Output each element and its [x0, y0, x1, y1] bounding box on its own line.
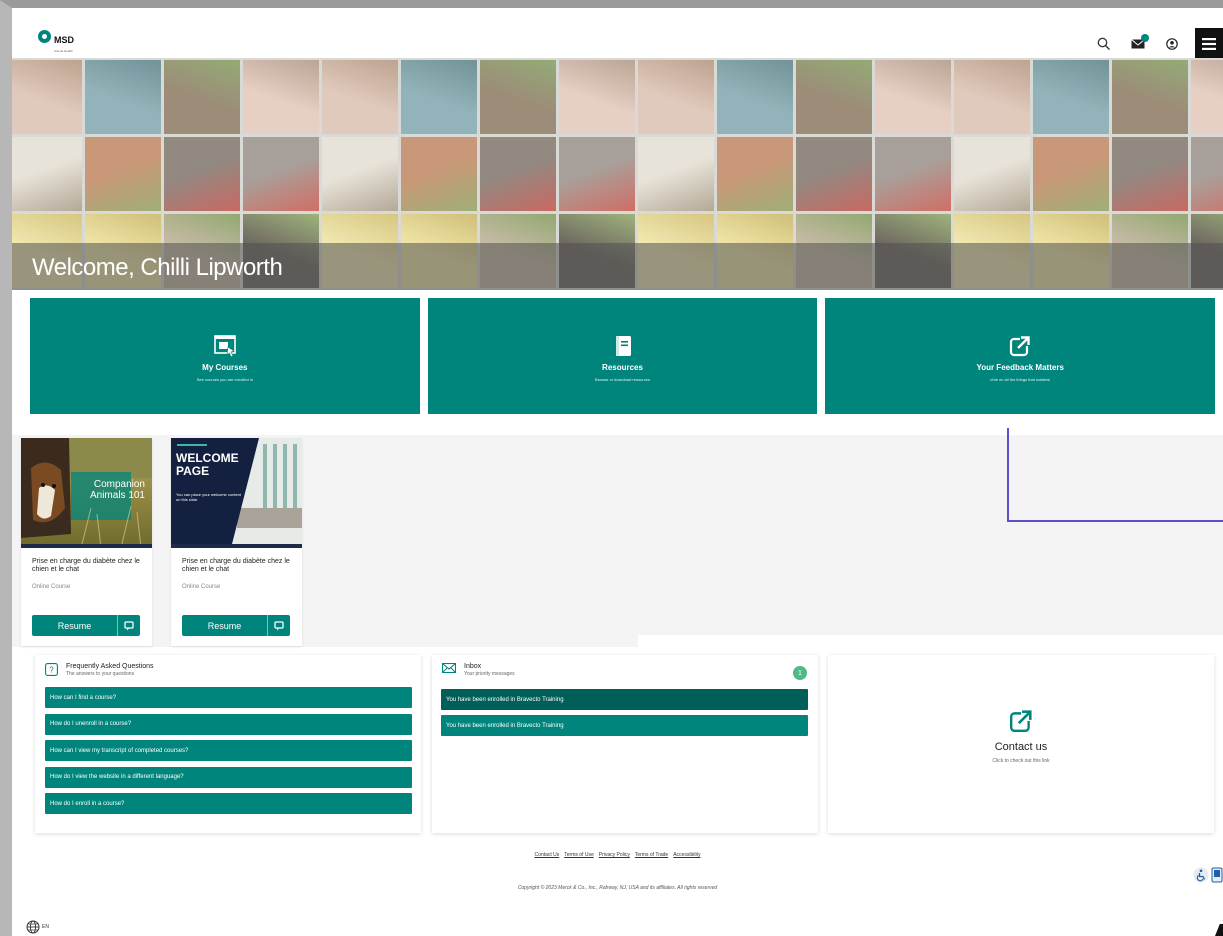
svg-text:?: ? [49, 666, 54, 675]
footer-link-privacy[interactable]: Privacy Policy [599, 852, 630, 858]
inbox-title: Inbox [464, 663, 482, 670]
corner-mark [1215, 924, 1223, 936]
external-link-icon [1010, 335, 1031, 356]
faq-subtitle: The answers to your questions [66, 671, 135, 677]
question-icon: ? [45, 663, 58, 676]
faq-item[interactable]: How can I view my transcript of complete… [45, 740, 412, 761]
contact-content: Contact us Click to check out this link [828, 709, 1214, 764]
tile-title: Your Feedback Matters [976, 362, 1064, 372]
faq-panel: ? Frequently Asked Questions The answers… [35, 655, 421, 833]
course-card[interactable]: Companion Animals 101 Prise en charge du… [21, 438, 152, 646]
tile-subtitle: Browse or download resources [595, 376, 650, 382]
welcome-heading: Welcome, Chilli Lipworth [32, 254, 283, 281]
hero-banner: Welcome, Chilli Lipworth [12, 58, 1223, 290]
tile-feedback[interactable]: Your Feedback Matters Vote on all the th… [825, 298, 1216, 414]
footer-link-terms-of-use[interactable]: Terms of Use [564, 852, 593, 858]
inbox-count-badge: 1 [793, 666, 807, 680]
course-title: Prise en charge du diabète chez le chien… [32, 558, 140, 573]
mail-icon[interactable] [1127, 33, 1149, 55]
tile-title: My Courses [202, 362, 248, 372]
comment-icon[interactable] [118, 615, 140, 636]
accessibility-icon[interactable] [1193, 867, 1209, 883]
language-code: EN [42, 924, 49, 930]
search-icon[interactable] [1093, 33, 1115, 55]
tile-title: Resources [602, 362, 643, 372]
user-icon[interactable] [1161, 33, 1183, 55]
external-link-icon [1009, 710, 1032, 733]
footer-link-terms-of-trade[interactable]: Terms of Trade [635, 852, 668, 858]
tile-resources[interactable]: Resources Browse or download resources [427, 298, 818, 414]
logo-text: MSD [54, 35, 74, 45]
resume-button[interactable]: Resume [182, 615, 290, 636]
nav-tiles: My Courses See courses you are enrolled … [30, 298, 1216, 414]
resume-button[interactable]: Resume [32, 615, 140, 636]
tile-subtitle: Vote on all the things that matters! [989, 376, 1051, 382]
menu-icon[interactable] [1195, 28, 1223, 60]
welcome-bar: Welcome, Chilli Lipworth [12, 243, 1223, 290]
footer-links: Contact Us Terms of Use Privacy Policy T… [12, 852, 1223, 858]
book-icon [615, 335, 631, 356]
inbox-panel: Inbox Your priority messages 1 You have … [432, 655, 818, 833]
comment-icon[interactable] [268, 615, 290, 636]
language-selector[interactable]: EN [26, 920, 49, 934]
courses-icon [214, 334, 236, 357]
faq-item[interactable]: How do I view the website in a different… [45, 766, 412, 788]
msd-logo-icon [38, 30, 51, 43]
faq-title: Frequently Asked Questions [66, 663, 154, 670]
course-image-title: Companion Animals 101 [89, 479, 145, 501]
accessibility-widget[interactable] [1193, 867, 1223, 883]
faq-item[interactable]: How do I enroll in a course? [45, 793, 412, 814]
course-type: Online Course [32, 584, 71, 590]
faq-item[interactable]: How do I unenroll in a course? [45, 713, 412, 735]
tile-subtitle: See courses you are enrolled in [196, 376, 253, 382]
faq-header: ? Frequently Asked Questions The answers… [45, 663, 154, 677]
copyright: Copyright © 2023 Merck & Co., Inc., Rahw… [517, 885, 718, 891]
annotation-line [1007, 428, 1223, 522]
top-header: MSD Animal Health [12, 8, 1223, 60]
header-actions [1093, 28, 1223, 60]
message-item[interactable]: You have been enrolled in Bravecto Train… [441, 689, 808, 710]
message-list: You have been enrolled in Bravecto Train… [441, 689, 808, 741]
course-thumbnail-bar [171, 544, 302, 548]
mail-badge [1141, 34, 1149, 42]
device-icon[interactable] [1211, 867, 1223, 883]
resume-button-label: Resume [182, 615, 268, 636]
inbox-subtitle: Your priority messages [464, 671, 515, 677]
mail-icon [442, 663, 456, 673]
faq-item[interactable]: How can I find a course? [45, 687, 412, 708]
course-card[interactable]: WELCOME PAGE You can place your welcome … [171, 438, 302, 646]
resume-button-label: Resume [32, 615, 118, 636]
logo-subtext: Animal Health [54, 49, 73, 53]
inbox-header: Inbox Your priority messages [442, 663, 515, 677]
contact-subtitle: Click to check out this link [992, 758, 1050, 764]
globe-icon [26, 920, 40, 934]
course-type: Online Course [182, 584, 221, 590]
faq-list: How can I find a course? How do I unenro… [45, 687, 412, 820]
course-thumbnail-bar [21, 544, 152, 548]
course-image-title: WELCOME PAGE [176, 451, 239, 478]
course-title: Prise en charge du diabète chez le chien… [182, 558, 290, 573]
footer-link-contact[interactable]: Contact Us [535, 852, 560, 858]
msd-logo[interactable]: MSD Animal Health [38, 30, 74, 53]
contact-panel[interactable]: Contact us Click to check out this link [828, 655, 1214, 833]
footer-link-accessibility[interactable]: Accessibility [673, 852, 700, 858]
tile-my-courses[interactable]: My Courses See courses you are enrolled … [30, 298, 420, 414]
message-item[interactable]: You have been enrolled in Bravecto Train… [441, 715, 808, 736]
contact-title: Contact us [994, 741, 1048, 753]
course-image-subtitle: You can place your welcome content on th… [176, 492, 242, 502]
page: MSD Animal Health Welcome, Chilli Lipwor… [12, 8, 1223, 936]
course-thumbnail: WELCOME PAGE You can place your welcome … [171, 438, 302, 548]
course-thumbnail: Companion Animals 101 [21, 438, 152, 548]
